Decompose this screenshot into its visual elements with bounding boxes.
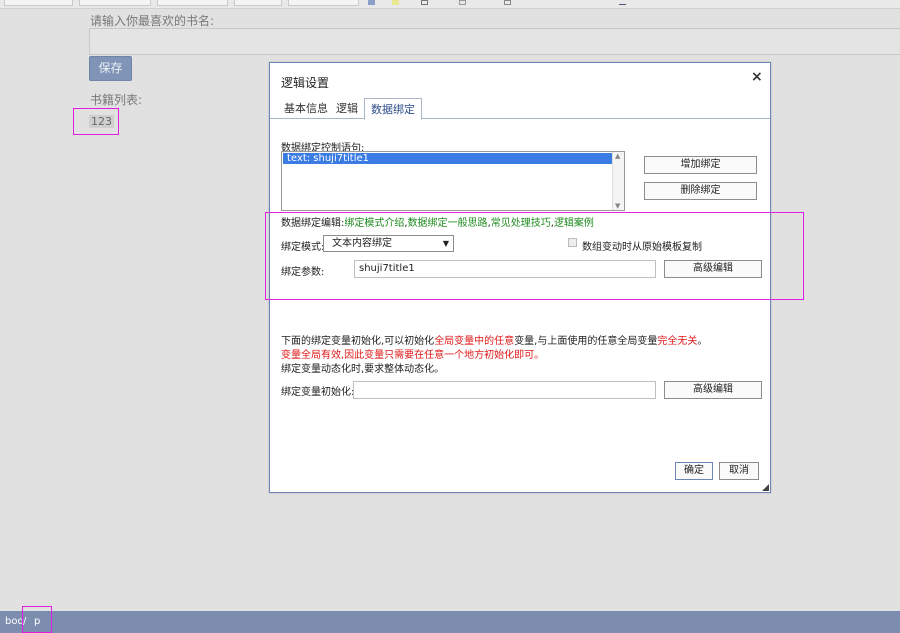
link-icon[interactable]: [504, 0, 511, 5]
toolbar-dropdown-1[interactable]: [4, 0, 73, 6]
delete-binding-button[interactable]: 删除绑定: [644, 182, 757, 200]
editor-toolbar: [0, 0, 900, 9]
book-list-highlight[interactable]: 123: [73, 108, 119, 135]
note-text: 。: [697, 336, 708, 347]
binding-list[interactable]: text: shuji7title1 ▲ ▼: [281, 151, 625, 211]
cancel-button[interactable]: 取消: [719, 462, 759, 480]
init-note-line-2: 变量全局有效,因此变量只需要在任意一个地方初始化即可。: [281, 350, 545, 361]
init-variable-input[interactable]: [353, 381, 656, 399]
breadcrumb-body[interactable]: bod: [5, 616, 24, 627]
table-icon[interactable]: [421, 0, 428, 5]
add-binding-button[interactable]: 增加绑定: [644, 156, 757, 174]
dialog-title: 逻辑设置: [281, 76, 330, 90]
init-variable-label: 绑定变量初始化:: [281, 387, 355, 398]
save-button[interactable]: 保存: [89, 56, 132, 81]
book-list-label: 书籍列表:: [90, 93, 143, 107]
note-emphasis: 完全无关: [657, 336, 698, 347]
breadcrumb-p[interactable]: p: [34, 616, 40, 627]
tab-basic-info[interactable]: 基本信息: [278, 98, 334, 119]
toolbar-dropdown-4[interactable]: [234, 0, 282, 6]
highlight-icon[interactable]: [392, 0, 399, 5]
more-icon[interactable]: [619, 0, 626, 5]
binding-list-scrollbar[interactable]: ▲ ▼: [612, 152, 624, 210]
init-note-line-1: 下面的绑定变量初始化,可以初始化全局变量中的任意变量,与上面使用的任意全局变量完…: [281, 332, 707, 347]
binding-edit-highlight: [265, 212, 804, 300]
tab-data-binding[interactable]: 数据绑定: [364, 98, 422, 120]
advanced-edit-init-button[interactable]: 高级编辑: [664, 381, 762, 399]
dialog-tabs: 基本信息 逻辑 数据绑定: [270, 98, 770, 120]
close-icon[interactable]: ×: [751, 69, 763, 85]
color-icon[interactable]: [368, 0, 375, 5]
book-name-prompt: 请输入你最喜欢的书名:: [90, 14, 215, 28]
toolbar-dropdown-2[interactable]: [79, 0, 151, 6]
resize-grip-icon[interactable]: [762, 484, 769, 491]
toolbar-dropdown-3[interactable]: [157, 0, 228, 6]
grid-icon[interactable]: [459, 0, 466, 5]
scroll-up-icon[interactable]: ▲: [615, 152, 620, 160]
tab-logic[interactable]: 逻辑: [330, 98, 364, 119]
scroll-down-icon[interactable]: ▼: [615, 202, 620, 210]
binding-list-item[interactable]: text: shuji7title1: [283, 153, 612, 164]
toolbar-dropdown-5[interactable]: [288, 0, 359, 6]
init-note-line-3: 绑定变量动态化时,要求整体动态化。: [281, 364, 445, 375]
ok-button[interactable]: 确定: [675, 462, 713, 480]
book-list-value: 123: [89, 115, 114, 128]
status-bar: bod / p: [0, 606, 900, 633]
book-name-input[interactable]: [89, 28, 900, 55]
